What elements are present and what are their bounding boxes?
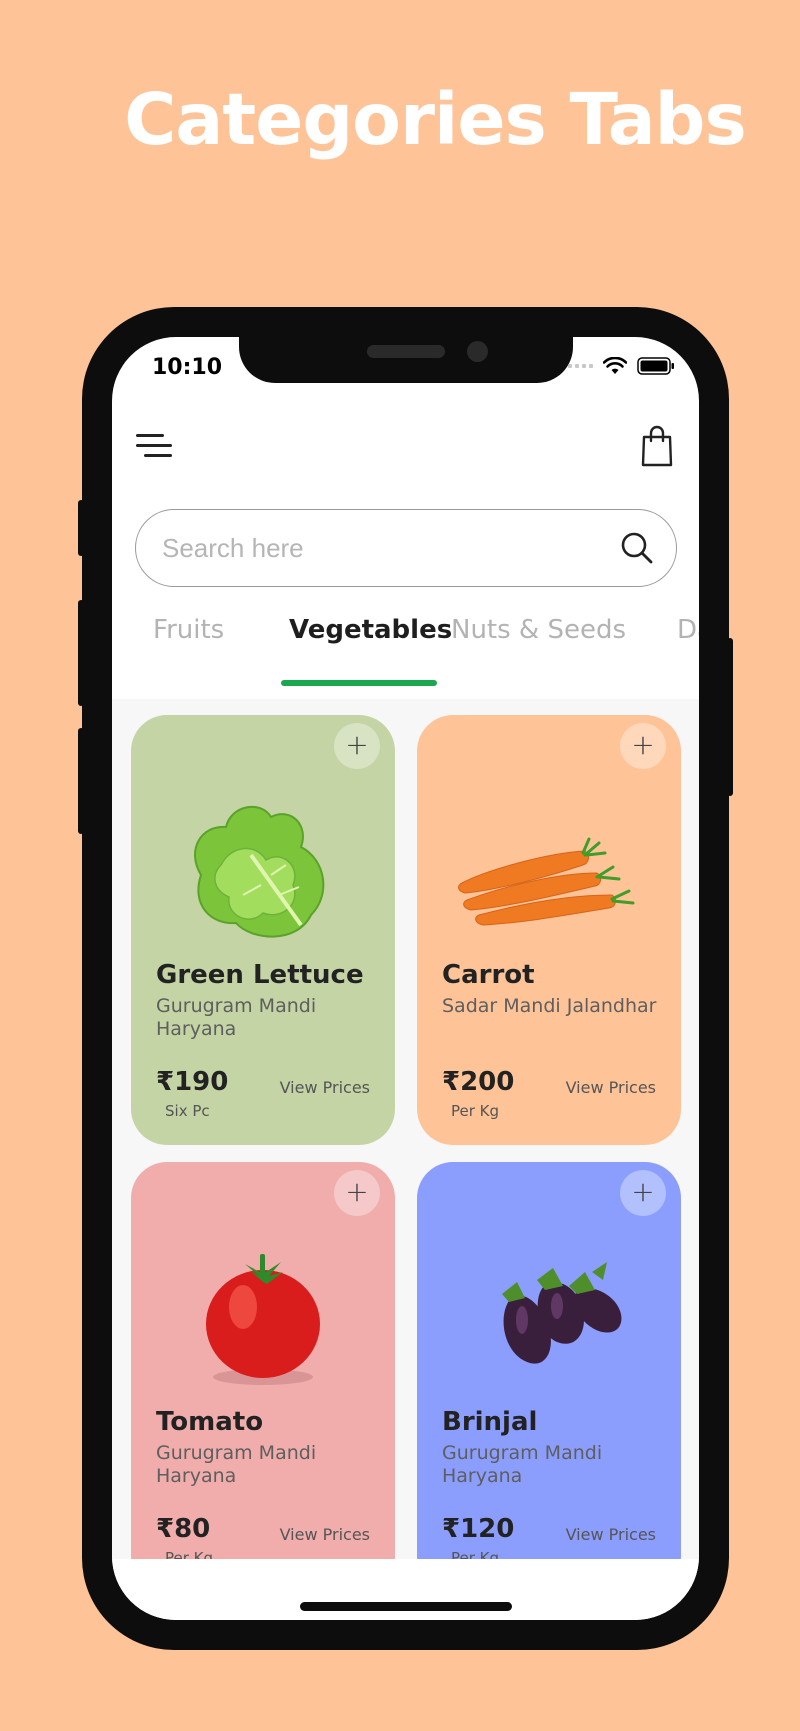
product-price: ₹120 <box>442 1514 515 1544</box>
product-name: Carrot <box>442 960 535 990</box>
home-indicator[interactable] <box>300 1602 512 1611</box>
status-time: 10:10 <box>152 355 223 380</box>
product-name: Brinjal <box>442 1407 538 1437</box>
shopping-bag-icon[interactable] <box>641 425 673 467</box>
search-icon[interactable] <box>620 531 654 565</box>
product-name: Tomato <box>156 1407 264 1437</box>
menu-icon[interactable] <box>136 434 172 460</box>
page-title: Categories Tabs <box>124 78 746 161</box>
view-prices-link[interactable]: View Prices <box>280 1525 370 1544</box>
view-prices-link[interactable]: View Prices <box>566 1525 656 1544</box>
status-icons <box>568 357 675 375</box>
tab-dairy[interactable]: Da <box>677 615 699 645</box>
cellular-signal-icon <box>568 364 593 368</box>
view-prices-link[interactable]: View Prices <box>566 1078 656 1097</box>
active-tab-indicator <box>281 680 437 686</box>
product-market: Gurugram Mandi Haryana <box>442 1442 603 1487</box>
view-prices-link[interactable]: View Prices <box>280 1078 370 1097</box>
product-name: Green Lettuce <box>156 960 364 990</box>
phone-screen: 10:10 Fruits Vegetables Nuts & Seeds <box>112 337 699 1620</box>
wifi-icon <box>603 357 627 374</box>
carrot-image <box>458 837 635 926</box>
speaker <box>367 345 445 358</box>
product-unit: Per Kg <box>451 1549 500 1559</box>
tab-vegetables[interactable]: Vegetables <box>289 615 452 645</box>
lettuce-image <box>194 805 325 938</box>
product-price: ₹190 <box>156 1067 229 1097</box>
product-price: ₹200 <box>442 1067 515 1097</box>
category-tabs: Fruits Vegetables Nuts & Seeds Da <box>112 615 699 675</box>
front-camera <box>467 341 488 362</box>
brinjal-image <box>502 1262 622 1364</box>
product-market: Gurugram Mandi Haryana <box>156 995 317 1040</box>
product-unit: Per Kg <box>451 1102 500 1120</box>
product-card[interactable]: + Green Lettuce Gurugram Mandi Haryana ₹… <box>131 715 395 1145</box>
notch <box>239 337 573 383</box>
product-card[interactable]: + Brinjal Gurugram Mandi Haryana ₹120 Pe… <box>417 1162 681 1559</box>
tab-nuts-seeds[interactable]: Nuts & Seeds <box>451 615 626 645</box>
product-market: Sadar Mandi Jalandhar <box>442 995 657 1017</box>
product-grid: + Green Lettuce Gurugram Mandi Haryana ₹… <box>112 699 699 1559</box>
battery-icon <box>637 357 674 375</box>
product-unit: Per Kg <box>165 1549 214 1559</box>
search-bar <box>135 509 677 587</box>
product-price: ₹80 <box>156 1514 211 1544</box>
product-market: Gurugram Mandi Haryana <box>156 1442 317 1487</box>
product-unit: Six Pc <box>165 1102 210 1120</box>
product-card[interactable]: + Tomato Gurugram Mandi Haryana ₹80 Per … <box>131 1162 395 1559</box>
tab-fruits[interactable]: Fruits <box>153 615 224 645</box>
tomato-image <box>206 1254 320 1385</box>
product-card[interactable]: + Carrot Sadar Mandi Jalandhar ₹200 Per … <box>417 715 681 1145</box>
search-input[interactable] <box>162 524 582 572</box>
